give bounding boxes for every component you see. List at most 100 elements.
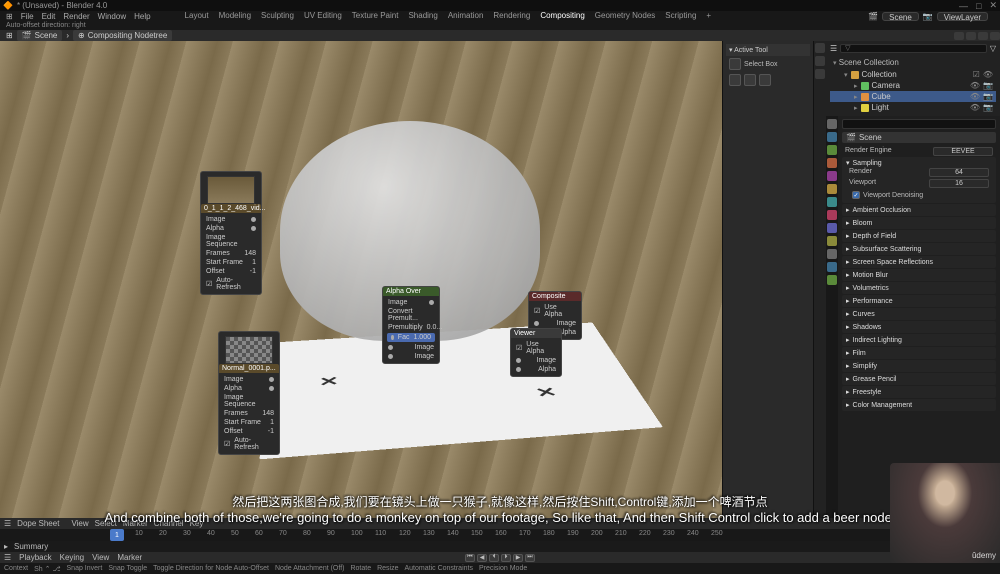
socket-image-out[interactable]: Image xyxy=(203,215,259,224)
workspace-texture[interactable]: Texture Paint xyxy=(352,11,399,21)
editor-type-icon[interactable]: ⊞ xyxy=(6,31,13,40)
tool-button-2[interactable] xyxy=(966,32,976,40)
strip-icon-3[interactable] xyxy=(815,69,825,79)
prop-tab-scene[interactable] xyxy=(827,158,837,168)
socket-alpha-in[interactable]: Alpha xyxy=(513,365,559,374)
maximize-button[interactable]: □ xyxy=(976,1,981,11)
tool-button-1[interactable] xyxy=(954,32,964,40)
workspace-modeling[interactable]: Modeling xyxy=(219,11,251,21)
section-simplify[interactable]: ▸Simplify xyxy=(846,362,992,370)
workspace-uv[interactable]: UV Editing xyxy=(304,11,342,21)
app-icon[interactable]: ⊞ xyxy=(6,12,13,21)
checkbox-auto-refresh[interactable]: ☑ Auto-Refresh xyxy=(221,436,277,452)
socket-image-1[interactable]: Image xyxy=(385,343,437,352)
prop-tab-world[interactable] xyxy=(827,171,837,181)
workspace-scripting[interactable]: Scripting xyxy=(665,11,696,21)
compositor-viewport[interactable]: 0_1_1_2_468_vid... Image Alpha Image Seq… xyxy=(0,41,722,518)
prop-tab-material[interactable] xyxy=(827,262,837,272)
workspace-add[interactable]: + xyxy=(706,11,711,21)
menu-marker[interactable]: Marker xyxy=(117,553,142,562)
menu-keying[interactable]: Keying xyxy=(60,553,84,562)
workspace-shading[interactable]: Shading xyxy=(408,11,437,21)
jump-start-button[interactable]: ⏮ xyxy=(465,554,475,562)
viewport-denoise-checkbox[interactable]: ✓ xyxy=(852,191,860,199)
menu-view[interactable]: View xyxy=(92,553,109,562)
close-button[interactable]: ✕ xyxy=(989,0,997,11)
render-engine-dropdown[interactable]: EEVEE xyxy=(933,147,993,156)
prop-tab-render[interactable] xyxy=(827,119,837,129)
timeline-ruler[interactable]: 1 10 20 30 40 50 60 70 80 90 100 110 120… xyxy=(0,529,1000,541)
strip-icon-1[interactable] xyxy=(815,43,825,53)
outliner-search-input[interactable] xyxy=(840,44,987,53)
viewport-samples-field[interactable]: 16 xyxy=(929,179,989,188)
menu-key[interactable]: Key xyxy=(190,519,204,528)
scene-selector[interactable]: Scene xyxy=(882,12,919,21)
render-icon[interactable]: 📷 xyxy=(983,103,993,112)
prop-tab-output[interactable] xyxy=(827,132,837,142)
field-start[interactable]: Start Frame1 xyxy=(221,418,277,427)
breadcrumb-nodetree[interactable]: ⊕ Compositing Nodetree xyxy=(73,30,172,41)
socket-fac[interactable]: Fac1.000 xyxy=(387,333,435,342)
play-reverse-button[interactable]: ⏴ xyxy=(489,554,499,562)
workspace-rendering[interactable]: Rendering xyxy=(493,11,530,21)
section-ssr[interactable]: ▸Screen Space Reflections xyxy=(846,258,992,266)
visibility-icon[interactable]: 👁 xyxy=(970,103,980,112)
tool-sub-icon-1[interactable] xyxy=(729,74,741,86)
field-premultiply[interactable]: Premultiply0.0... xyxy=(385,323,437,332)
workspace-layout[interactable]: Layout xyxy=(185,11,209,21)
prop-tab-particles[interactable] xyxy=(827,210,837,220)
visibility-icon[interactable]: ☑ xyxy=(973,70,980,79)
expand-icon[interactable]: ▸ xyxy=(4,542,8,551)
section-film[interactable]: ▸Film xyxy=(846,349,992,357)
field-frames[interactable]: Frames148 xyxy=(203,249,259,258)
field-image-source[interactable]: Image Sequence xyxy=(221,393,277,409)
tool-sub-icon-2[interactable] xyxy=(744,74,756,86)
menu-view[interactable]: View xyxy=(71,519,88,528)
outliner-item-light[interactable]: ▸ Light 👁📷 xyxy=(830,102,996,113)
outliner-item-camera[interactable]: ▸ Camera 👁📷 xyxy=(830,80,996,91)
menu-marker[interactable]: Marker xyxy=(123,519,148,528)
node-image-2[interactable]: Normal_0001.p... Image Alpha Image Seque… xyxy=(218,331,280,455)
render-icon[interactable]: 📷 xyxy=(983,92,993,101)
section-sss[interactable]: ▸Subsurface Scattering xyxy=(846,245,992,253)
section-curves[interactable]: ▸Curves xyxy=(846,310,992,318)
prop-tab-object[interactable] xyxy=(827,184,837,194)
menu-help[interactable]: Help xyxy=(134,12,150,21)
socket-image-out[interactable]: Image xyxy=(385,298,437,307)
section-performance[interactable]: ▸Performance xyxy=(846,297,992,305)
socket-image-2[interactable]: Image xyxy=(385,352,437,361)
socket-image-in[interactable]: Image xyxy=(513,356,559,365)
viewlayer-selector[interactable]: ViewLayer xyxy=(937,12,988,21)
summary-label[interactable]: Summary xyxy=(14,542,48,551)
render-icon[interactable]: 📷 xyxy=(983,81,993,90)
prop-tab-texture[interactable] xyxy=(827,275,837,285)
section-color-mgmt[interactable]: ▸Color Management xyxy=(846,401,992,409)
editor-type-dopesheet-icon[interactable]: ☰ xyxy=(4,519,11,528)
tool-sub-icon-3[interactable] xyxy=(759,74,771,86)
properties-search-input[interactable] xyxy=(842,119,996,129)
prop-tab-data[interactable] xyxy=(827,249,837,259)
funnel-icon[interactable] xyxy=(990,32,1000,40)
menu-window[interactable]: Window xyxy=(98,12,126,21)
section-ao[interactable]: ▸Ambient Occlusion xyxy=(846,206,992,214)
section-motion-blur[interactable]: ▸Motion Blur xyxy=(846,271,992,279)
outliner-item-cube[interactable]: ▸ Cube 👁📷 xyxy=(830,91,996,102)
render-icon[interactable]: 👁 xyxy=(983,70,993,79)
editor-type-timeline-icon[interactable]: ☰ xyxy=(4,553,11,562)
jump-end-button[interactable]: ⏭ xyxy=(525,554,535,562)
prop-tab-constraints[interactable] xyxy=(827,236,837,246)
section-freestyle[interactable]: ▸Freestyle xyxy=(846,388,992,396)
checkbox-use-alpha[interactable]: ☑ Use Alpha xyxy=(531,303,579,319)
checkbox-auto-refresh[interactable]: ☑ Auto-Refresh xyxy=(203,276,259,292)
workspace-animation[interactable]: Animation xyxy=(448,11,484,21)
prop-tab-modifiers[interactable] xyxy=(827,197,837,207)
prev-keyframe-button[interactable]: ◀ xyxy=(477,554,487,562)
properties-scene-label[interactable]: 🎬 Scene xyxy=(842,132,996,143)
field-offset[interactable]: Offset-1 xyxy=(203,267,259,276)
prop-tab-viewlayer[interactable] xyxy=(827,145,837,155)
workspace-geonodes[interactable]: Geometry Nodes xyxy=(595,11,655,21)
socket-image-in[interactable]: Image xyxy=(531,319,579,328)
section-bloom[interactable]: ▸Bloom xyxy=(846,219,992,227)
section-sampling[interactable]: ▾Sampling xyxy=(846,159,992,167)
visibility-icon[interactable]: 👁 xyxy=(970,92,980,101)
